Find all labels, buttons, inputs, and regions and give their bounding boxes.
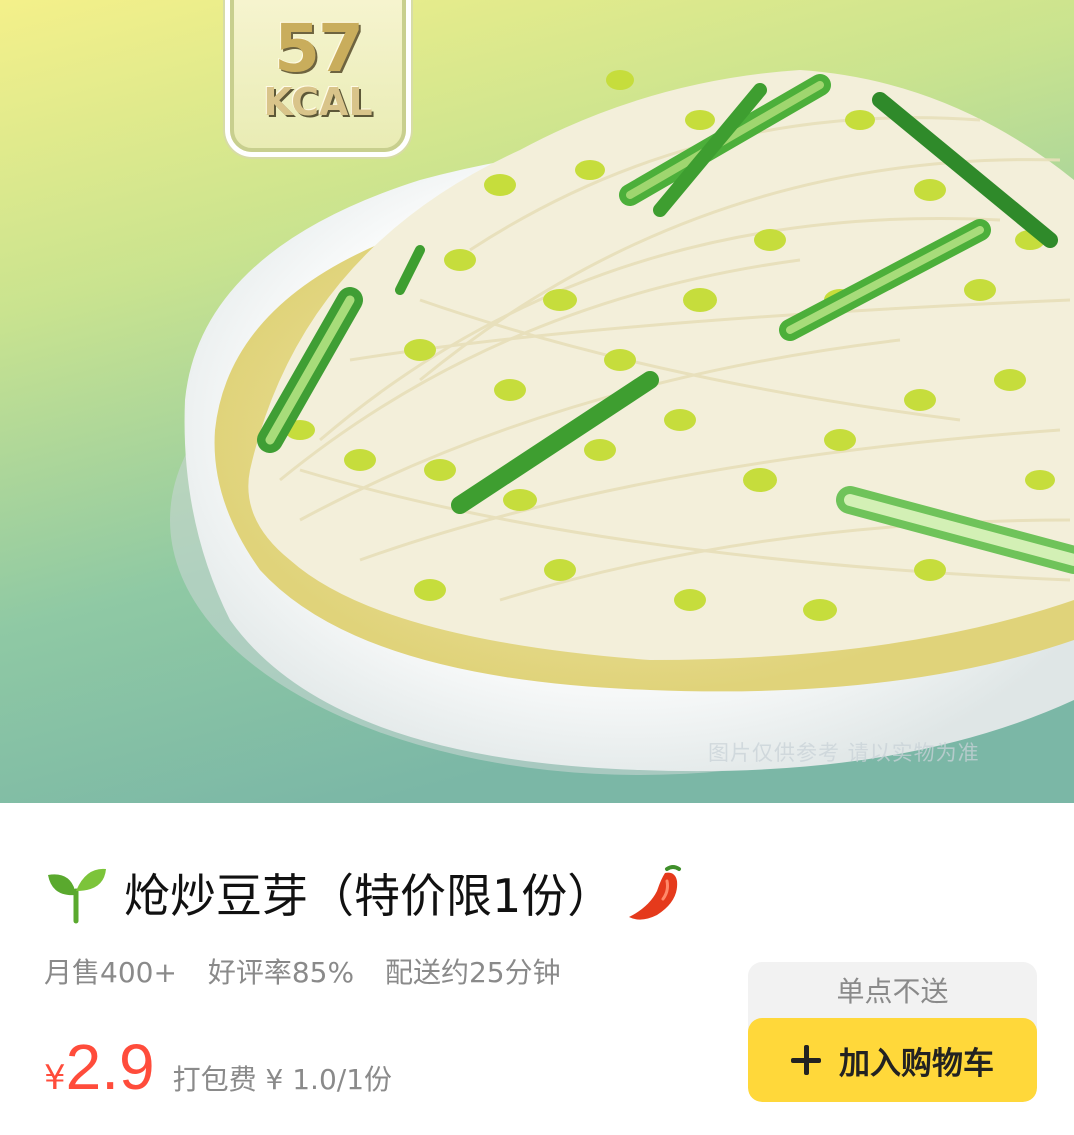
image-disclaimer-watermark: 图片仅供参考 请以实物为准 xyxy=(708,741,980,765)
product-name: 炝炒豆芽（特价限1份） xyxy=(124,869,614,923)
product-title-row: 炝炒豆芽（特价限1份） xyxy=(44,856,687,930)
calorie-value: 57 xyxy=(274,10,364,87)
price-row: ¥ 2.9 打包费 ¥ 1.0/1份 xyxy=(44,1030,392,1104)
add-to-cart-button[interactable]: 加入购物车 xyxy=(748,1018,1037,1102)
add-to-cart-label: 加入购物车 xyxy=(839,1045,994,1082)
delivery-time: 配送约25分钟 xyxy=(384,956,561,989)
chili-pepper-icon xyxy=(629,865,682,920)
rating: 好评率85% xyxy=(207,956,355,989)
packing-fee: 打包费 ¥ 1.0/1份 xyxy=(172,1063,393,1096)
calorie-unit: KCAL xyxy=(263,80,373,124)
product-stats: 月售400+ 好评率85% 配送约25分钟 xyxy=(44,951,583,991)
plus-icon xyxy=(791,1045,821,1075)
product-image[interactable]: 57 KCAL 图片仅供参考 请以实物为准 xyxy=(0,0,1074,803)
monthly-sales: 月售400+ xyxy=(44,956,177,989)
price-currency: ¥ xyxy=(44,1058,66,1098)
calorie-badge: 57 KCAL xyxy=(230,0,406,152)
price-value: 2.9 xyxy=(65,1031,155,1103)
bean-sprouts-photo xyxy=(0,0,1074,803)
cart-panel: 单点不送 加入购物车 xyxy=(748,962,1037,1102)
not-delivered-alone-note: 单点不送 xyxy=(836,975,949,1008)
sprout-icon xyxy=(48,868,106,924)
